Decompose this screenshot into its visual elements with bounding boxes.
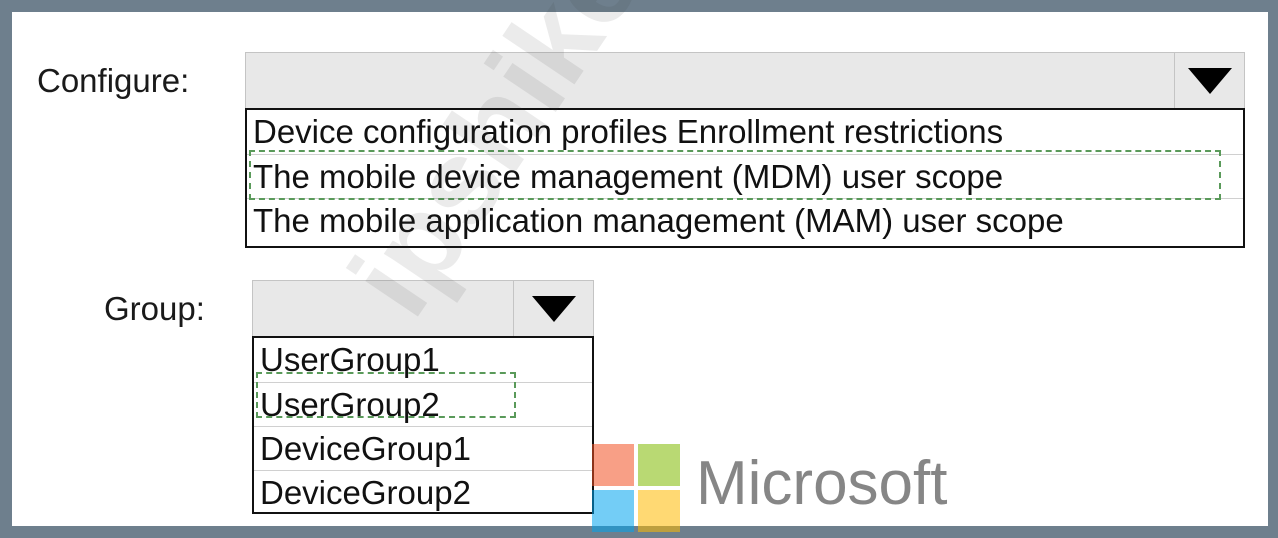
group-option[interactable]: UserGroup2 (254, 382, 592, 427)
logo-square-red (592, 444, 634, 486)
configure-dropdown-button[interactable] (1174, 53, 1244, 109)
logo-square-green (638, 444, 680, 486)
logo-square-blue (592, 490, 634, 532)
group-option[interactable]: UserGroup1 (254, 338, 592, 382)
chevron-down-icon (1187, 68, 1232, 94)
group-options-list: UserGroup1 UserGroup2 DeviceGroup1 Devic… (252, 336, 594, 514)
chevron-down-icon (531, 296, 576, 322)
configure-label: Configure: (37, 62, 190, 99)
group-label: Group: (104, 290, 205, 327)
configure-option[interactable]: The mobile device management (MDM) user … (247, 154, 1243, 199)
group-dropdown[interactable] (252, 280, 594, 338)
group-option[interactable]: DeviceGroup1 (254, 426, 592, 471)
group-option[interactable]: DeviceGroup2 (254, 470, 592, 515)
logo-square-yellow (638, 490, 680, 532)
microsoft-logo-text: Microsoft (696, 449, 948, 518)
configure-option[interactable]: The mobile application management (MAM) … (247, 198, 1243, 243)
configure-options-list: Device configuration profiles Enrollment… (245, 108, 1245, 248)
configure-dropdown[interactable] (245, 52, 1245, 110)
configure-option[interactable]: Device configuration profiles Enrollment… (247, 110, 1243, 154)
microsoft-logo: Microsoft (592, 444, 1012, 532)
group-dropdown-button[interactable] (513, 281, 593, 337)
answer-area-panel: Configure: Device configuration profiles… (12, 0, 1268, 532)
